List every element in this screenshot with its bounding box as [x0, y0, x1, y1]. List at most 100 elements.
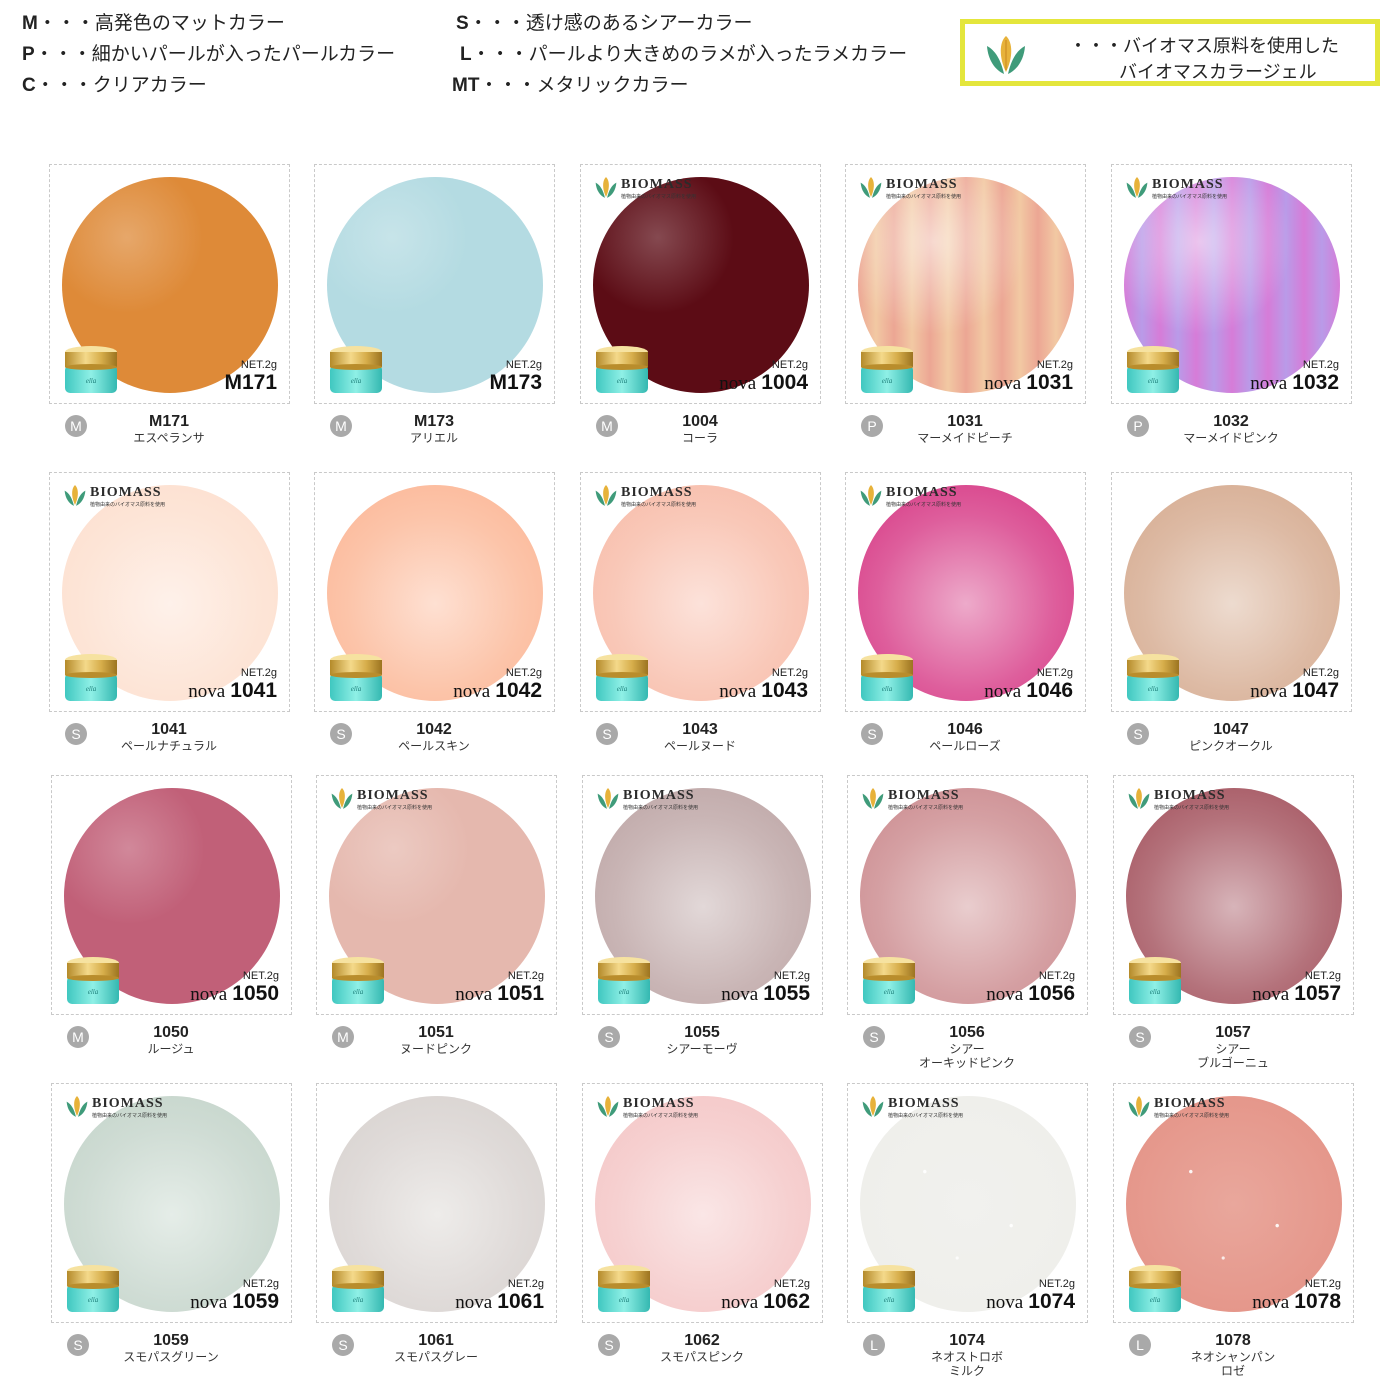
product-number: 1004 — [682, 413, 718, 430]
brand-prefix: nova — [721, 1292, 759, 1313]
product-image[interactable]: BIOMASS 植物由来のバイオマス原料を使用 ella NET.2g nova… — [847, 775, 1088, 1015]
product-card-1041[interactable]: BIOMASS 植物由来のバイオマス原料を使用 ella NET.2g nova… — [49, 472, 314, 772]
svg-text:ella: ella — [351, 377, 362, 385]
product-image[interactable]: ella NET.2g M173 — [314, 164, 555, 404]
gel-jar-icon: ella — [67, 957, 119, 1004]
finish-type-badge: S — [598, 1334, 620, 1356]
biomass-label: BIOMASS 植物由来のバイオマス原料を使用 — [1126, 786, 1229, 814]
product-image[interactable]: ella NET.2g nova 1050 — [51, 775, 292, 1015]
biomass-subtext: 植物由来のバイオマス原料を使用 — [90, 502, 166, 508]
product-image[interactable]: BIOMASS 植物由来のバイオマス原料を使用 ella NET.2g nova… — [1111, 164, 1352, 404]
product-name: アリエル — [409, 431, 458, 445]
svg-text:ella: ella — [88, 988, 99, 996]
product-card-1055[interactable]: BIOMASS 植物由来のバイオマス原料を使用 ella NET.2g nova… — [582, 775, 847, 1075]
corn-icon — [862, 788, 884, 809]
product-image[interactable]: BIOMASS 植物由来のバイオマス原料を使用 ella NET.2g nova… — [316, 775, 557, 1015]
product-code-label: nova 1050 — [190, 982, 279, 1005]
product-caption: 1046 ペールローズ — [895, 721, 1035, 753]
product-name: ネオシャンパン ロゼ — [1190, 1350, 1276, 1378]
product-name: ペールナチュラル — [120, 739, 217, 753]
product-image[interactable]: BIOMASS 植物由来のバイオマス原料を使用 ella NET.2g nova… — [845, 472, 1086, 712]
brand-prefix: nova — [188, 681, 226, 702]
brand-prefix: nova — [719, 681, 757, 702]
biomass-label: BIOMASS 植物由来のバイオマス原料を使用 — [62, 483, 165, 511]
product-image[interactable]: BIOMASS 植物由来のバイオマス原料を使用 ella NET.2g nova… — [1113, 1083, 1354, 1323]
product-number: 1032 — [1213, 413, 1249, 430]
svg-text:ella: ella — [353, 1296, 364, 1304]
product-card-1042[interactable]: ella NET.2g nova 1042 S 1042 ペールスキン — [314, 472, 579, 772]
product-image[interactable]: BIOMASS 植物由来のバイオマス原料を使用 ella NET.2g nova… — [582, 775, 823, 1015]
product-name: マーメイドピンク — [1183, 431, 1279, 445]
gel-jar-icon: ella — [330, 346, 382, 393]
brand-prefix: nova — [986, 1292, 1024, 1313]
product-image[interactable]: ella NET.2g nova 1061 — [316, 1083, 557, 1323]
product-caption: 1059 スモパスグリーン — [101, 1332, 241, 1364]
product-number: 1074 — [949, 1332, 985, 1349]
product-number: 1031 — [947, 413, 983, 430]
product-card-m171[interactable]: ella NET.2g M171 M M171 エスペランサ — [49, 164, 314, 464]
product-image[interactable]: BIOMASS 植物由来のバイオマス原料を使用 ella NET.2g nova… — [580, 164, 821, 404]
finish-type-badge: S — [863, 1026, 885, 1048]
gel-jar-icon: ella — [330, 654, 382, 701]
biomass-word: BIOMASS — [90, 485, 162, 500]
net-weight: NET.2g — [1036, 667, 1073, 679]
product-image[interactable]: BIOMASS 植物由来のバイオマス原料を使用 ella NET.2g nova… — [49, 472, 290, 712]
product-card-1043[interactable]: BIOMASS 植物由来のバイオマス原料を使用 ella NET.2g nova… — [580, 472, 845, 772]
corn-icon — [860, 485, 882, 506]
product-image[interactable]: ella NET.2g nova 1042 — [314, 472, 555, 712]
svg-text:ella: ella — [88, 1296, 99, 1304]
product-card-1051[interactable]: BIOMASS 植物由来のバイオマス原料を使用 ella NET.2g nova… — [316, 775, 581, 1075]
product-name: ピンクオークル — [1189, 739, 1273, 753]
product-number: 1050 — [153, 1024, 189, 1041]
net-weight: NET.2g — [507, 1278, 544, 1290]
product-image[interactable]: ella NET.2g nova 1047 — [1111, 472, 1352, 712]
product-image[interactable]: BIOMASS 植物由来のバイオマス原料を使用 ella NET.2g nova… — [582, 1083, 823, 1323]
product-image[interactable]: BIOMASS 植物由来のバイオマス原料を使用 ella NET.2g nova… — [580, 472, 821, 712]
biomass-label: BIOMASS 植物由来のバイオマス原料を使用 — [1124, 175, 1227, 203]
gel-jar-icon: ella — [863, 1265, 915, 1312]
product-name: ペールローズ — [929, 739, 1001, 753]
biomass-subtext: 植物由来のバイオマス原料を使用 — [357, 805, 433, 811]
brand-prefix: nova — [1252, 984, 1290, 1005]
product-image[interactable]: ella NET.2g M171 — [49, 164, 290, 404]
product-code-label: nova 1032 — [1250, 371, 1339, 394]
product-card-1050[interactable]: ella NET.2g nova 1050 M 1050 ルージュ — [51, 775, 316, 1075]
finish-type-badge: S — [67, 1334, 89, 1356]
product-card-1059[interactable]: BIOMASS 植物由来のバイオマス原料を使用 ella NET.2g nova… — [51, 1083, 316, 1383]
biomass-word: BIOMASS — [888, 788, 960, 803]
product-card-1057[interactable]: BIOMASS 植物由来のバイオマス原料を使用 ella NET.2g nova… — [1113, 775, 1378, 1075]
product-caption: 1042 ペールスキン — [364, 721, 504, 753]
product-card-1061[interactable]: ella NET.2g nova 1061 S 1061 スモパスグレー — [316, 1083, 581, 1383]
finish-type-badge: S — [598, 1026, 620, 1048]
product-card-1062[interactable]: BIOMASS 植物由来のバイオマス原料を使用 ella NET.2g nova… — [582, 1083, 847, 1383]
svg-text:ella: ella — [1148, 377, 1159, 385]
biomass-word: BIOMASS — [1154, 1096, 1226, 1111]
svg-text:ella: ella — [882, 685, 893, 693]
product-card-1004[interactable]: BIOMASS 植物由来のバイオマス原料を使用 ella NET.2g nova… — [580, 164, 845, 464]
net-weight: NET.2g — [507, 970, 544, 982]
product-caption: 1047 ピンクオークル — [1161, 721, 1301, 753]
net-weight: NET.2g — [773, 970, 810, 982]
biomass-word: BIOMASS — [357, 788, 429, 803]
product-card-1074[interactable]: BIOMASS 植物由来のバイオマス原料を使用 ella NET.2g nova… — [847, 1083, 1112, 1383]
product-caption: 1055 シアーモーヴ — [632, 1024, 772, 1056]
product-image[interactable]: BIOMASS 植物由来のバイオマス原料を使用 ella NET.2g nova… — [51, 1083, 292, 1323]
product-card-1078[interactable]: BIOMASS 植物由来のバイオマス原料を使用 ella NET.2g nova… — [1113, 1083, 1378, 1383]
product-card-1046[interactable]: BIOMASS 植物由来のバイオマス原料を使用 ella NET.2g nova… — [845, 472, 1110, 772]
biomass-subtext: 植物由来のバイオマス原料を使用 — [92, 1113, 168, 1119]
product-image[interactable]: BIOMASS 植物由来のバイオマス原料を使用 ella NET.2g nova… — [847, 1083, 1088, 1323]
product-image[interactable]: BIOMASS 植物由来のバイオマス原料を使用 ella NET.2g nova… — [845, 164, 1086, 404]
brand-prefix: nova — [190, 1292, 228, 1313]
product-card-1032[interactable]: BIOMASS 植物由来のバイオマス原料を使用 ella NET.2g nova… — [1111, 164, 1376, 464]
product-card-1056[interactable]: BIOMASS 植物由来のバイオマス原料を使用 ella NET.2g nova… — [847, 775, 1112, 1075]
biomass-word: BIOMASS — [623, 788, 695, 803]
product-card-1047[interactable]: ella NET.2g nova 1047 S 1047 ピンクオークル — [1111, 472, 1376, 772]
corn-icon — [597, 1096, 619, 1117]
product-name: スモパスグリーン — [123, 1350, 219, 1364]
product-card-1031[interactable]: BIOMASS 植物由来のバイオマス原料を使用 ella NET.2g nova… — [845, 164, 1110, 464]
product-image[interactable]: BIOMASS 植物由来のバイオマス原料を使用 ella NET.2g nova… — [1113, 775, 1354, 1015]
gel-jar-icon: ella — [1127, 346, 1179, 393]
net-weight: NET.2g — [1302, 359, 1339, 371]
biomass-word: BIOMASS — [621, 485, 693, 500]
product-card-m173[interactable]: ella NET.2g M173 M M173 アリエル — [314, 164, 579, 464]
